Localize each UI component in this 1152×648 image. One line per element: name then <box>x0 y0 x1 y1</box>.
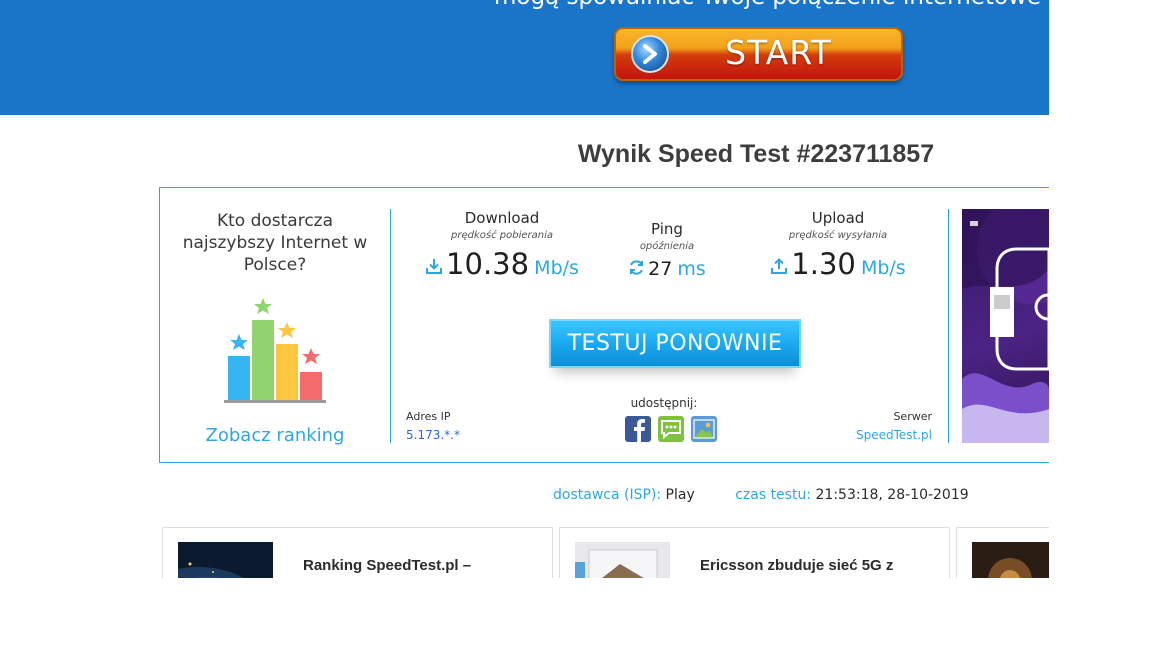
page-viewport: mogą spowalniać Twoje połączenie interne… <box>0 0 1049 578</box>
ranking-question: Kto dostarcza najszybszy Internet w Pols… <box>182 211 368 275</box>
test-time-label: czas testu: <box>735 487 812 503</box>
article-thumbnail <box>575 542 670 578</box>
panel-divider-right <box>948 209 949 443</box>
download-sub: prędkość pobierania <box>451 230 553 241</box>
upload-icon <box>770 257 788 279</box>
upload-value: 1.30 <box>791 247 856 281</box>
article-thumbnail <box>178 542 273 578</box>
image-icon[interactable] <box>691 416 717 442</box>
upload-name: Upload <box>811 209 865 227</box>
ranking-link[interactable]: Zobacz ranking <box>176 425 374 446</box>
isp-value: Play <box>665 487 695 503</box>
advertisement-image[interactable] <box>962 209 1049 443</box>
ranking-podium-icon <box>224 298 326 403</box>
upload-unit: Mb/s <box>860 257 906 279</box>
retest-button[interactable]: TESTUJ PONOWNIE <box>549 319 801 368</box>
ping-sub: opóźnienia <box>639 241 695 252</box>
ping-value-row: 27 ms <box>612 258 722 280</box>
server-value[interactable]: SpeedTest.pl <box>812 428 932 442</box>
upload-value-row: 1.30 Mb/s <box>756 247 920 281</box>
promo-banner: mogą spowalniać Twoje połączenie interne… <box>0 0 1049 115</box>
start-button-label: START <box>725 33 832 72</box>
share-label: udostępnij: <box>630 396 698 410</box>
download-metric: Download prędkość pobierania 10.38 Mb/s <box>416 209 588 281</box>
server-label: Serwer <box>893 410 932 423</box>
article-title: Ranking SpeedTest.pl – <box>303 557 472 574</box>
upload-metric: Upload prędkość wysyłania 1.30 Mb/s <box>756 209 920 281</box>
panel-divider-left <box>390 209 391 443</box>
download-unit: Mb/s <box>534 257 579 279</box>
article-card[interactable]: Ranking SpeedTest.pl – <box>162 527 553 578</box>
article-title: Ericsson zbuduje sieć 5G z <box>700 557 894 574</box>
ping-unit: ms <box>677 258 706 280</box>
refresh-icon <box>628 259 645 280</box>
download-value: 10.38 <box>446 247 530 281</box>
isp-label: dostawca (ISP): <box>553 487 662 503</box>
ping-metric: Ping opóźnienia 27 ms <box>612 220 722 280</box>
isp-info-line: dostawca (ISP): Play czas testu: 21:53:1… <box>553 487 969 503</box>
test-time-value: 21:53:18, 28-10-2019 <box>815 487 969 503</box>
download-value-row: 10.38 Mb/s <box>416 247 588 281</box>
download-name: Download <box>464 209 540 227</box>
article-card[interactable] <box>956 527 1049 578</box>
ip-label: Adres IP <box>406 410 451 423</box>
upload-sub: prędkość wysyłania <box>788 230 888 241</box>
message-icon[interactable] <box>658 416 684 442</box>
article-card[interactable]: Ericsson zbuduje sieć 5G z <box>559 527 950 578</box>
start-button[interactable]: START <box>614 27 903 81</box>
ping-name: Ping <box>651 220 683 238</box>
download-icon <box>425 257 443 279</box>
facebook-icon[interactable] <box>625 416 651 442</box>
ip-value: 5.173.*.* <box>406 428 460 442</box>
ping-value: 27 <box>648 258 673 280</box>
page-title: Wynik Speed Test #223711857 <box>577 140 935 168</box>
article-thumbnail <box>972 542 1049 578</box>
banner-text: mogą spowalniać Twoje połączenie interne… <box>494 0 1041 10</box>
